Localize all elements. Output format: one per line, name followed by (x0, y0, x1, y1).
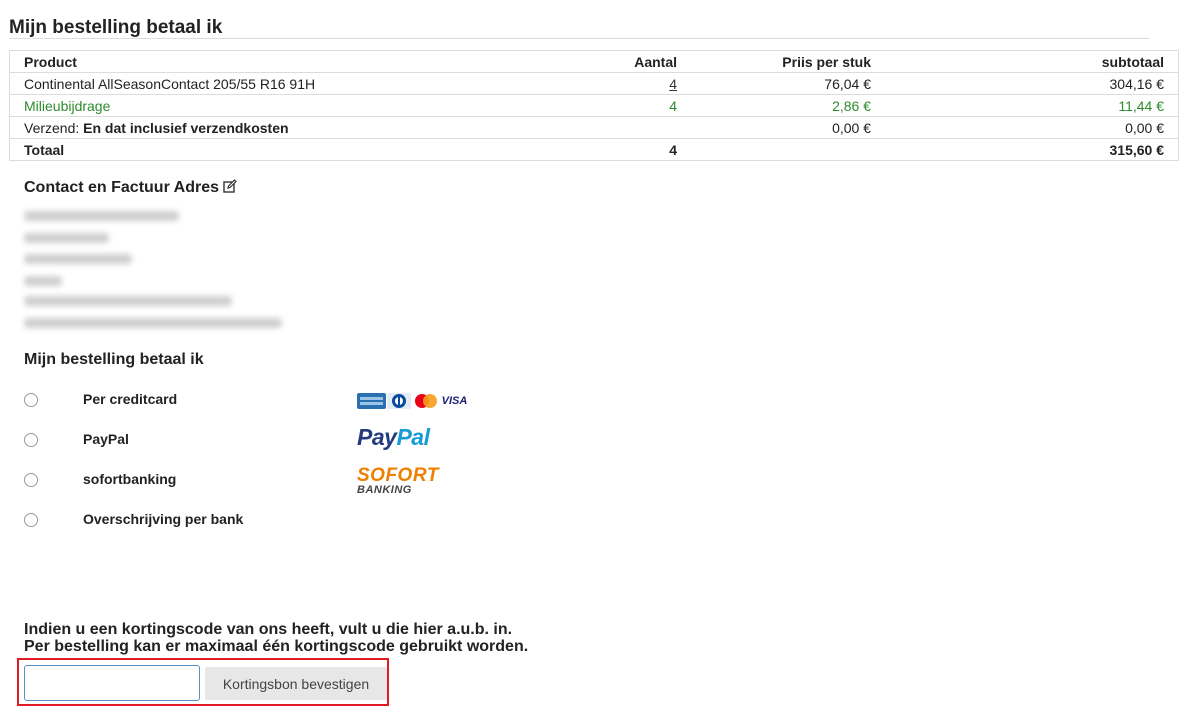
total-label: Totaal (9, 138, 503, 161)
payment-option-label: Overschrijving per bank (83, 511, 244, 527)
confirm-coupon-button[interactable]: Kortingsbon bevestigen (205, 667, 387, 700)
sofort-banking-logo: SOFORT BANKING (357, 465, 439, 496)
total-quantity: 4 (503, 138, 691, 161)
page-title: Mijn bestelling betaal ik (9, 17, 223, 38)
table-row: Milieubijdrage 4 2,86 € 11,44 € (9, 94, 1179, 117)
edit-icon[interactable] (223, 179, 237, 193)
column-header-unit-price: Priis per stuk (691, 50, 885, 73)
credit-card-logos: VISA (357, 393, 469, 411)
shipping-row: Verzend: En dat inclusief verzendkosten … (9, 116, 1179, 139)
cell-unit-price: 2,86 € (691, 94, 885, 117)
cell-subtotal: 304,16 € (885, 72, 1179, 95)
radio-sofort[interactable] (24, 473, 38, 487)
cell-product: Continental AllSeasonContact 205/55 R16 … (9, 72, 503, 95)
title-divider (9, 38, 1149, 39)
address-line-blurred (24, 211, 179, 221)
cell-subtotal: 11,44 € (885, 94, 1179, 117)
column-header-quantity: Aantal (503, 50, 691, 73)
radio-creditcard[interactable] (24, 393, 38, 407)
coupon-line-1: Indien u een kortingscode van ons heeft,… (24, 621, 513, 638)
coupon-line-2: Per bestelling kan er maximaal één korti… (24, 638, 529, 655)
cell-product: Milieubijdrage (9, 94, 503, 117)
coupon-code-input[interactable] (24, 665, 200, 701)
total-row: Totaal 4 315,60 € (9, 138, 1179, 161)
shipping-description: En dat inclusief verzendkosten (83, 119, 289, 136)
contact-heading-label: Contact en Factuur Adres (24, 179, 219, 196)
table-header-row: Product Aantal Priis per stuk subtotaal (9, 50, 1179, 73)
payment-option-label: PayPal (83, 431, 129, 447)
table-row: Continental AllSeasonContact 205/55 R16 … (9, 72, 1179, 95)
column-header-product: Product (9, 50, 503, 73)
coupon-highlight-box: Kortingsbon bevestigen (17, 658, 389, 706)
amex-card-icon (357, 393, 386, 409)
mastercard-icon (412, 393, 440, 409)
address-line-blurred (24, 233, 109, 243)
diners-card-icon (387, 393, 411, 409)
payment-option-paypal[interactable]: PayPal PayPal (24, 424, 484, 452)
address-line-blurred (24, 318, 282, 328)
coupon-instructions: Indien u een kortingscode van ons heeft,… (24, 621, 528, 655)
address-line-blurred (24, 296, 232, 306)
contact-heading: Contact en Factuur Adres (24, 179, 237, 197)
payment-option-label: sofortbanking (83, 471, 177, 487)
payment-heading: Mijn bestelling betaal ik (24, 351, 204, 368)
visa-card-icon: VISA (441, 393, 468, 409)
quantity-link[interactable]: 4 (669, 76, 677, 92)
shipping-label: Verzend: (24, 119, 80, 136)
radio-bank-transfer[interactable] (24, 513, 38, 527)
payment-option-sofort[interactable]: sofortbanking SOFORT BANKING (24, 466, 484, 496)
cell-quantity: 4 (503, 94, 691, 117)
total-amount: 315,60 € (885, 138, 1179, 161)
address-line-blurred (24, 276, 62, 286)
cell-unit-price: 0,00 € (691, 116, 885, 139)
cell-unit-price: 76,04 € (691, 72, 885, 95)
payment-option-bank-transfer[interactable]: Overschrijving per bank (24, 510, 484, 532)
radio-paypal[interactable] (24, 433, 38, 447)
cell-shipping: Verzend: En dat inclusief verzendkosten (9, 116, 503, 139)
cell-quantity (503, 116, 691, 139)
cell-subtotal: 0,00 € (885, 116, 1179, 139)
order-table: Product Aantal Priis per stuk subtotaal … (9, 50, 1179, 161)
paypal-logo: PayPal (357, 424, 430, 450)
payment-option-label: Per creditcard (83, 391, 178, 407)
payment-option-creditcard[interactable]: Per creditcard VISA (24, 390, 484, 412)
column-header-subtotal: subtotaal (885, 50, 1179, 73)
address-line-blurred (24, 254, 132, 264)
